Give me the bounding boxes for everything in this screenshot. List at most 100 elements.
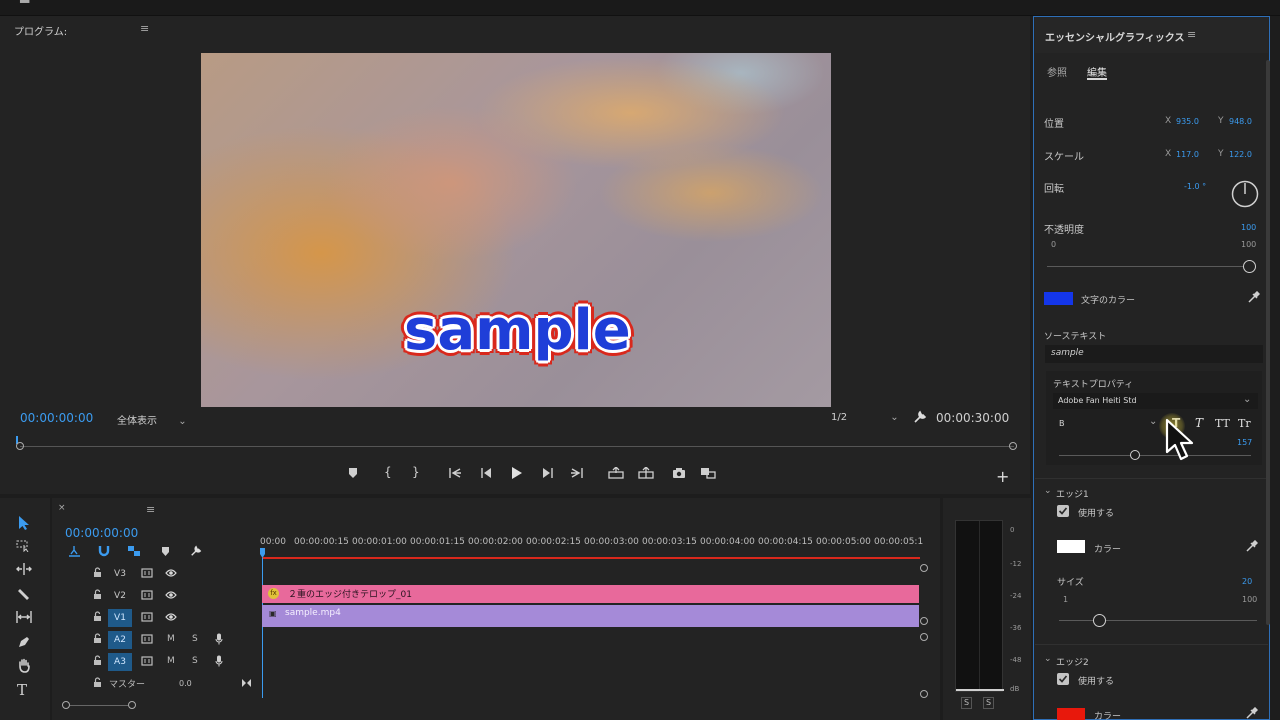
edge1-size-slider-track[interactable] <box>1059 620 1257 621</box>
lock-icon[interactable] <box>93 589 102 600</box>
track-target-a2[interactable]: A2 <box>108 631 132 649</box>
vertical-zoom-handle[interactable] <box>920 617 928 625</box>
lock-icon[interactable] <box>93 611 102 622</box>
eyedropper-icon[interactable] <box>1247 291 1260 304</box>
lift-icon[interactable] <box>608 467 624 479</box>
sync-lock-icon[interactable] <box>141 568 153 578</box>
track-header-a3[interactable]: A3 M S <box>52 652 260 672</box>
horizontal-zoom-handle[interactable] <box>62 701 70 709</box>
linked-selection-icon[interactable] <box>127 545 141 557</box>
tab-edit[interactable]: 編集 <box>1087 64 1107 79</box>
lock-icon[interactable] <box>93 677 102 688</box>
mark-in-icon[interactable]: { <box>384 465 392 479</box>
slip-tool-icon[interactable] <box>15 611 33 623</box>
timeline-timecode[interactable]: 00:00:00:00 <box>65 526 138 540</box>
mute-button[interactable]: M <box>167 634 175 644</box>
eg-scrollbar[interactable] <box>1266 60 1270 625</box>
sync-lock-icon[interactable] <box>141 590 153 600</box>
position-x-value[interactable]: 935.0 <box>1176 117 1199 126</box>
timeline-menu-icon[interactable]: ≡ <box>146 503 155 516</box>
program-scrub-bar[interactable] <box>16 436 1017 450</box>
chevron-down-icon[interactable]: ⌄ <box>1044 654 1052 664</box>
mute-button[interactable]: M <box>167 656 175 666</box>
source-text-input[interactable]: sample <box>1045 345 1263 363</box>
scale-y-value[interactable]: 122.0 <box>1229 150 1252 159</box>
type-tool-icon[interactable]: T <box>17 681 27 699</box>
solo-button[interactable]: S <box>192 656 198 666</box>
nest-sequence-icon[interactable] <box>68 545 81 557</box>
lock-icon[interactable] <box>93 567 102 578</box>
clip-graphic[interactable]: fx ２重のエッジ付きテロップ_01 <box>262 585 919 603</box>
edge1-size-slider-thumb[interactable] <box>1092 614 1106 627</box>
horizontal-zoom-handle[interactable] <box>128 701 136 709</box>
rotation-value[interactable]: -1.0 ° <box>1184 182 1206 191</box>
track-target-v1[interactable]: V1 <box>108 609 132 627</box>
eye-icon[interactable] <box>165 612 177 622</box>
all-caps-button[interactable]: TT <box>1215 417 1230 430</box>
snap-magnet-icon[interactable] <box>98 545 110 557</box>
scale-x-value[interactable]: 117.0 <box>1176 150 1199 159</box>
play-icon[interactable] <box>510 467 522 479</box>
pen-tool-icon[interactable] <box>17 635 31 649</box>
lock-icon[interactable] <box>93 633 102 644</box>
font-size-slider-track[interactable] <box>1059 455 1251 456</box>
program-menu-icon[interactable]: ≡ <box>140 22 149 35</box>
tab-browse[interactable]: 参照 <box>1047 64 1067 79</box>
master-volume-value[interactable]: 0.0 <box>179 679 192 688</box>
go-to-edit-icon[interactable] <box>241 678 252 688</box>
italic-button[interactable]: T <box>1195 416 1203 430</box>
comparison-view-icon[interactable] <box>700 467 716 479</box>
lock-icon[interactable] <box>93 655 102 666</box>
hand-tool-icon[interactable] <box>17 658 31 673</box>
eye-icon[interactable] <box>165 568 177 578</box>
sync-lock-icon[interactable] <box>141 634 153 644</box>
go-to-in-icon[interactable] <box>448 467 462 479</box>
meter-solo-right-button[interactable]: S <box>983 697 994 709</box>
overlay-text[interactable]: sample <box>404 303 631 359</box>
sync-lock-icon[interactable] <box>141 612 153 622</box>
add-marker-icon[interactable] <box>348 467 358 479</box>
track-target-a3[interactable]: A3 <box>108 653 132 671</box>
vertical-zoom-handle[interactable] <box>920 690 928 698</box>
eye-icon[interactable] <box>165 590 177 600</box>
small-caps-button[interactable]: Tr <box>1238 417 1251 430</box>
track-select-tool-icon[interactable] <box>16 540 32 552</box>
font-size-slider-thumb[interactable] <box>1130 450 1140 460</box>
track-header-a2[interactable]: A2 M S <box>52 630 260 650</box>
scrub-end-handle[interactable] <box>1009 442 1017 450</box>
track-header-v1[interactable]: V1 <box>52 608 260 628</box>
track-target-v3[interactable]: V3 <box>108 565 132 583</box>
add-button[interactable]: + <box>996 467 1009 486</box>
vertical-zoom-handle[interactable] <box>920 633 928 641</box>
step-back-icon[interactable] <box>480 467 492 479</box>
rotation-dial-icon[interactable] <box>1231 180 1259 208</box>
resolution-select[interactable]: 1/2 ⌄ <box>831 412 899 423</box>
font-size-value[interactable]: 157 <box>1237 438 1252 447</box>
vertical-zoom-handle[interactable] <box>920 564 928 572</box>
edge1-size-value[interactable]: 20 <box>1242 577 1252 586</box>
edge1-color-swatch[interactable] <box>1057 540 1085 553</box>
edge2-enable-checkbox[interactable] <box>1057 673 1069 685</box>
horizontal-scroll-track[interactable] <box>70 705 128 706</box>
camera-icon[interactable] <box>672 467 686 479</box>
opacity-value[interactable]: 100 <box>1241 223 1256 232</box>
track-header-v3[interactable]: V3 <box>52 564 260 584</box>
go-to-out-icon[interactable] <box>570 467 584 479</box>
track-header-master[interactable]: マスター 0.0 <box>52 674 260 694</box>
program-timecode-current[interactable]: 00:00:00:00 <box>20 411 93 425</box>
add-marker-icon[interactable] <box>161 546 170 557</box>
font-select[interactable]: Adobe Fan Heiti Std ⌄ <box>1053 393 1258 409</box>
microphone-icon[interactable] <box>215 633 223 645</box>
scrub-start-handle[interactable] <box>16 442 24 450</box>
sync-lock-icon[interactable] <box>141 656 153 666</box>
selection-tool-icon[interactable] <box>17 515 31 531</box>
step-forward-icon[interactable] <box>542 467 554 479</box>
ripple-edit-tool-icon[interactable] <box>16 563 32 575</box>
close-icon[interactable]: × <box>58 503 66 513</box>
track-header-v2[interactable]: V2 <box>52 586 260 606</box>
mark-out-icon[interactable]: } <box>412 465 420 479</box>
eyedropper-icon[interactable] <box>1245 707 1258 720</box>
eyedropper-icon[interactable] <box>1245 540 1258 553</box>
clip-video[interactable]: ▣ sample.mp4 <box>262 605 919 627</box>
opacity-slider-track[interactable] <box>1047 266 1249 267</box>
